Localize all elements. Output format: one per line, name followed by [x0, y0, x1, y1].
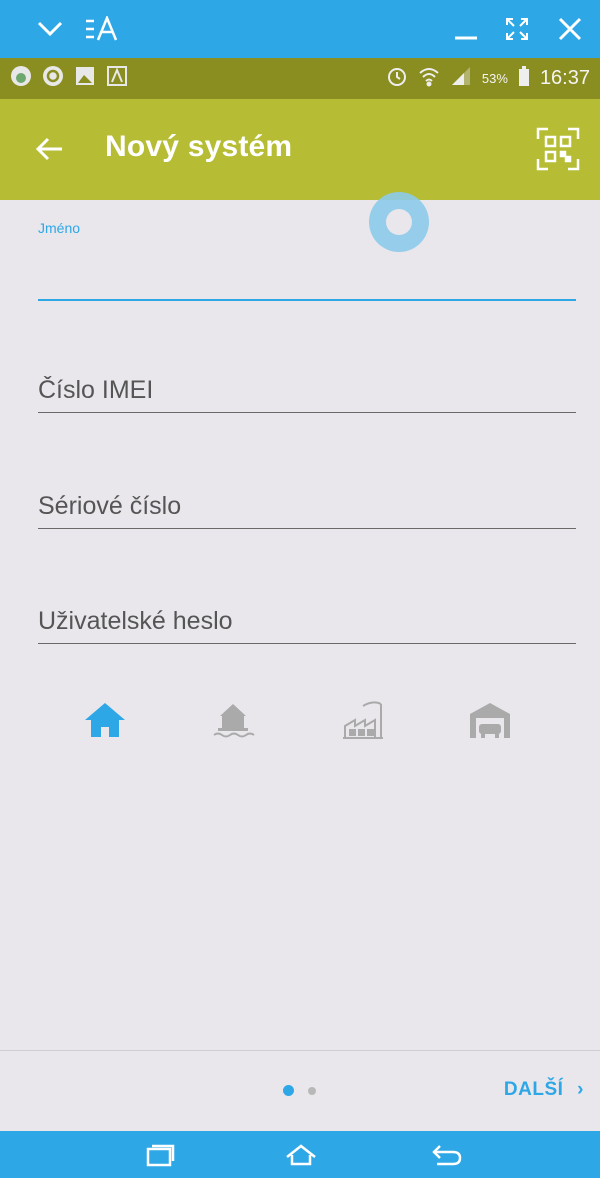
next-button[interactable]: DALŠÍ ›	[504, 1079, 584, 1101]
system-type-selector	[0, 690, 600, 760]
home-nav-icon[interactable]	[281, 1139, 321, 1171]
page-dot-active	[283, 1085, 294, 1096]
next-label: DALŠÍ	[503, 1079, 564, 1100]
app-notification-icon	[10, 65, 32, 92]
serial-field[interactable]	[38, 486, 576, 526]
chevron-down-icon[interactable]	[30, 0, 70, 58]
name-label: Jméno	[38, 220, 81, 236]
imei-field[interactable]	[38, 370, 576, 410]
page-title: Nový systém	[105, 130, 293, 163]
lake-house-icon[interactable]	[203, 690, 263, 750]
notification-icons	[10, 58, 128, 99]
garage-icon[interactable]	[460, 690, 520, 750]
status-indicators: 53% 16:37	[386, 58, 590, 99]
close-icon[interactable]	[550, 0, 590, 58]
page-indicator	[283, 1085, 316, 1096]
image-notification-icon	[74, 65, 96, 92]
name-input[interactable]	[38, 254, 576, 290]
wifi-icon	[418, 65, 440, 92]
text-size-icon[interactable]	[80, 0, 130, 58]
navigation-bar	[0, 1131, 600, 1178]
status-bar: 53% 16:37	[0, 58, 600, 99]
minimize-icon[interactable]	[446, 0, 486, 58]
name-field[interactable]: Jméno	[38, 220, 576, 290]
qr-scan-icon[interactable]	[536, 127, 580, 171]
app-bar: Nový systém	[0, 99, 600, 200]
serial-input[interactable]	[38, 486, 576, 526]
signal-icon	[450, 65, 472, 92]
chevron-right-icon: ›	[577, 1079, 584, 1100]
alarm-icon	[386, 65, 408, 92]
clock: 16:37	[539, 67, 590, 89]
back-nav-icon[interactable]	[426, 1139, 466, 1171]
battery-icon	[518, 65, 530, 92]
maximize-icon[interactable]	[497, 0, 537, 58]
serial-underline	[38, 528, 576, 529]
factory-icon[interactable]	[334, 690, 394, 750]
password-field[interactable]	[38, 601, 576, 641]
battery-percent: 53%	[481, 71, 508, 86]
window-bar	[0, 0, 600, 58]
home-icon[interactable]	[75, 690, 135, 750]
sync-notification-icon	[42, 65, 64, 92]
back-arrow-icon[interactable]	[30, 129, 70, 169]
translate-notification-icon	[106, 65, 128, 92]
recent-apps-icon[interactable]	[140, 1139, 180, 1171]
imei-underline	[38, 412, 576, 413]
imei-input[interactable]	[38, 370, 576, 410]
name-underline	[38, 299, 576, 301]
password-underline	[38, 643, 576, 644]
password-input[interactable]	[38, 601, 576, 641]
page-dot-inactive	[308, 1086, 316, 1095]
footer-divider	[0, 1050, 600, 1051]
